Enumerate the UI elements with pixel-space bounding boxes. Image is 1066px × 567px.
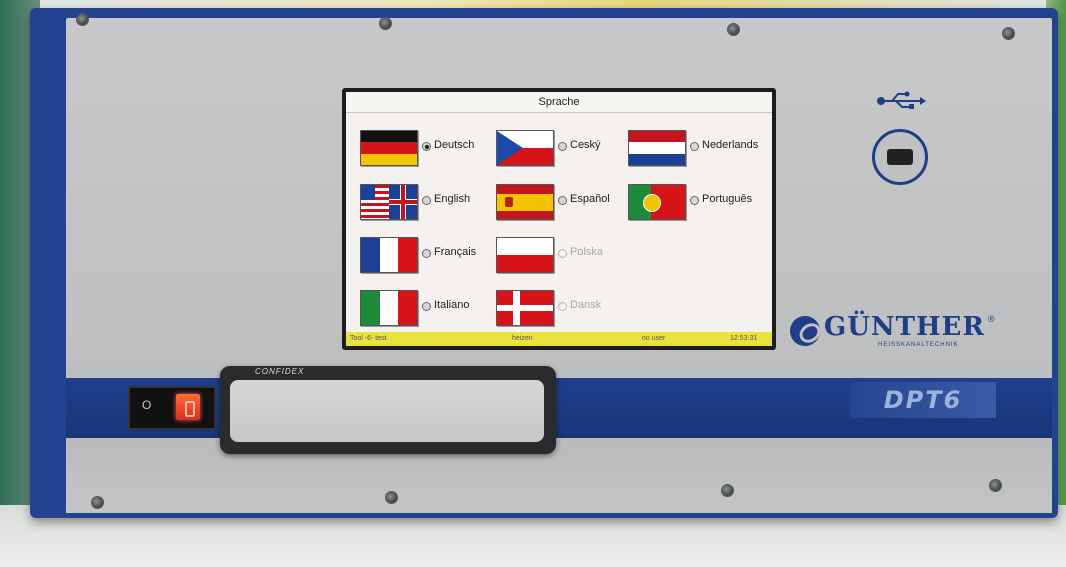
screw-icon — [380, 18, 391, 29]
brand-logo: GÜNTHER ® HEISSKANALTECHNIK — [790, 312, 1010, 354]
brand-name: GÜNTHER — [824, 312, 985, 342]
language-option-nederlands[interactable]: Nederlands — [628, 130, 760, 166]
flag-it-icon — [360, 290, 418, 326]
touch-screen: Sprache Deutsch Ceský Nederlands English… — [346, 92, 772, 346]
screw-icon — [990, 480, 1001, 491]
screw-icon — [92, 497, 103, 508]
language-label: Français — [434, 246, 477, 258]
usb-slot — [887, 149, 913, 165]
power-rocker-icon[interactable] — [176, 394, 200, 420]
language-label: English — [434, 193, 471, 205]
language-option-italiano[interactable]: Italiano — [360, 290, 492, 326]
status-tool: Tool -6- test — [350, 335, 387, 342]
status-mode: heizen — [512, 335, 533, 342]
language-option-deutsch[interactable]: Deutsch — [360, 130, 492, 166]
language-option-cesky[interactable]: Ceský — [496, 130, 628, 166]
status-bar: Tool -6- test heizen no user 12:53:31 — [346, 332, 772, 346]
radio-icon[interactable] — [422, 302, 431, 311]
language-option-espanol[interactable]: Español — [496, 184, 628, 220]
language-label: Português — [702, 193, 753, 205]
radio-disabled-icon — [558, 302, 567, 311]
flag-es-icon — [496, 184, 554, 220]
model-label: DPT6 — [850, 382, 996, 418]
radio-icon[interactable] — [690, 142, 699, 151]
flag-dk-icon — [496, 290, 554, 326]
flag-pl-icon — [496, 237, 554, 273]
confidex-panel: CONFIDEX — [220, 366, 556, 454]
language-label: Nederlands — [702, 139, 759, 151]
language-label: Polska — [570, 246, 604, 258]
flag-us-uk-icon — [360, 184, 418, 220]
lower-panel — [66, 438, 1052, 513]
power-off-symbol: O — [142, 398, 152, 412]
screw-icon — [1003, 28, 1014, 39]
radio-icon[interactable] — [558, 196, 567, 205]
confidex-label: CONFIDEX — [255, 367, 305, 376]
flag-pt-icon — [628, 184, 686, 220]
screen-title: Sprache — [346, 92, 772, 113]
language-option-dansk: Dansk — [496, 290, 628, 326]
language-label: Ceský — [570, 139, 601, 151]
radio-icon[interactable] — [558, 142, 567, 151]
brand-subtitle: HEISSKANALTECHNIK — [878, 342, 959, 348]
flag-cz-icon — [496, 130, 554, 166]
radio-selected-icon[interactable] — [422, 142, 431, 151]
usb-port[interactable] — [872, 129, 928, 185]
power-switch[interactable]: O — [128, 386, 216, 430]
language-label: Italiano — [434, 299, 470, 311]
radio-disabled-icon — [558, 249, 567, 258]
flag-de-icon — [360, 130, 418, 166]
screw-icon — [728, 24, 739, 35]
radio-icon[interactable] — [422, 249, 431, 258]
language-option-francais[interactable]: Français — [360, 237, 492, 273]
usb-icon — [877, 91, 926, 109]
confidex-window — [230, 380, 544, 442]
status-user: no user — [642, 335, 666, 342]
language-option-english[interactable]: English — [360, 184, 492, 220]
radio-icon[interactable] — [422, 196, 431, 205]
guenther-logo-icon — [790, 316, 820, 346]
flag-fr-icon — [360, 237, 418, 273]
language-option-polska: Polska — [496, 237, 628, 273]
language-label: Español — [570, 193, 610, 205]
screw-icon — [386, 492, 397, 503]
screw-icon — [722, 485, 733, 496]
language-option-portugues[interactable]: Português — [628, 184, 760, 220]
status-time: 12:53:31 — [730, 335, 758, 342]
language-label: Deutsch — [434, 139, 475, 151]
radio-icon[interactable] — [690, 196, 699, 205]
screw-icon — [77, 14, 88, 25]
language-label: Dansk — [570, 299, 602, 311]
flag-nl-icon — [628, 130, 686, 166]
registered-mark: ® — [988, 314, 995, 324]
